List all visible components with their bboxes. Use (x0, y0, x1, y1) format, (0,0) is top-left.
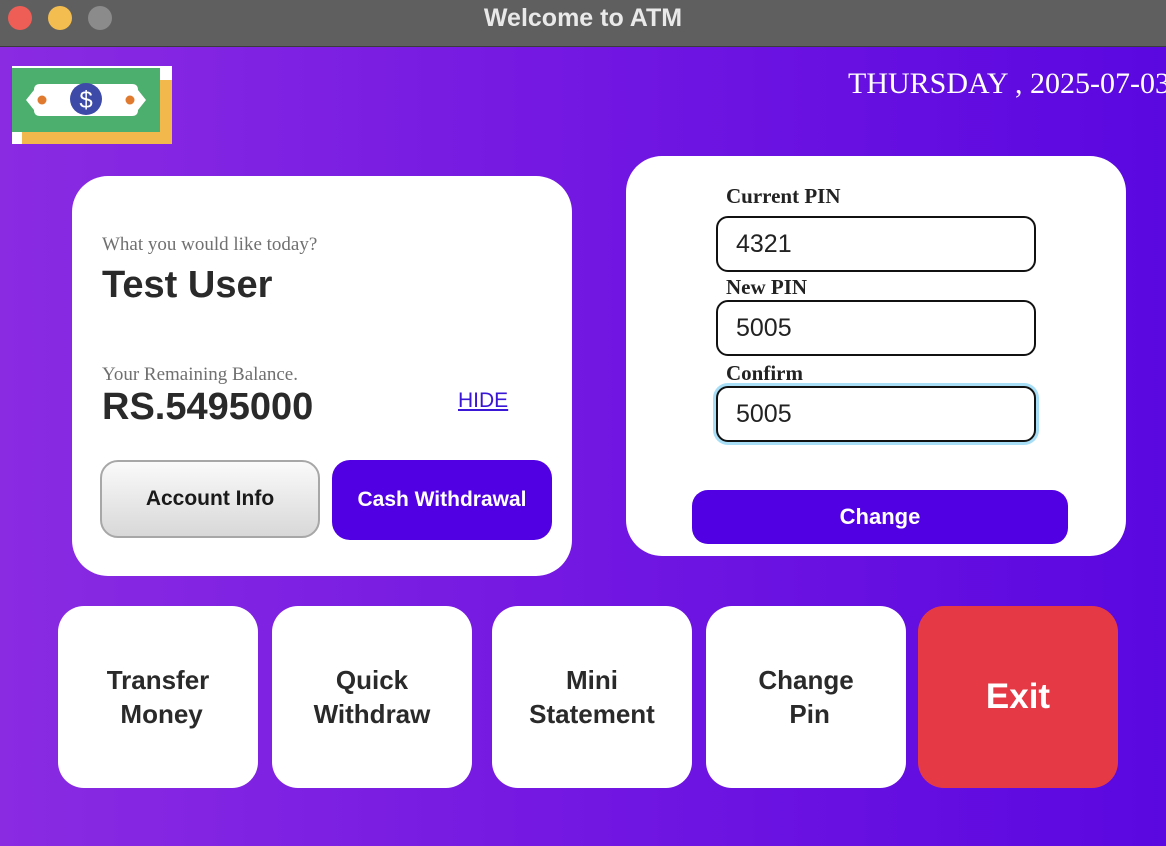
quick-withdraw-label: Quick Withdraw (313, 665, 431, 729)
account-info-button[interactable]: Account Info (100, 460, 320, 538)
current-pin-label: Current PIN (726, 184, 841, 208)
exit-button[interactable]: Exit (918, 606, 1118, 788)
svg-text:$: $ (79, 87, 92, 114)
new-pin-label: New PIN (726, 275, 808, 299)
hide-balance-link[interactable]: HIDE (458, 389, 508, 413)
change-pin-button-label: Change (839, 504, 921, 529)
change-pin-card: Current PIN 4321 New PIN 5005 Confirm 50… (626, 156, 1126, 556)
account-card: What you would like today? Test User You… (72, 176, 572, 576)
confirm-pin-label: Confirm (726, 361, 803, 385)
greeting-text: What you would like today? (102, 234, 318, 255)
main-content: $ THURSDAY , 2025-07-03 What you would l… (0, 47, 1166, 846)
account-info-label: Account Info (145, 487, 275, 510)
balance-label: Your Remaining Balance. (102, 364, 298, 385)
transfer-money-label: Transfer Money (106, 665, 210, 729)
change-pin-tile-button[interactable]: Change Pin (706, 606, 906, 788)
current-date: THURSDAY , 2025-07-03 (848, 67, 1166, 100)
current-pin-field[interactable]: 4321 (716, 216, 1036, 272)
mini-statement-label: Mini Statement (529, 665, 655, 729)
window-title: Welcome to ATM (483, 4, 683, 32)
cash-withdrawal-button[interactable]: Cash Withdrawal (332, 460, 552, 540)
money-bill-icon: $ (12, 66, 172, 144)
atm-window: Welcome to ATM $ THURSDAY , 2025-07-03 W… (0, 0, 1166, 846)
title-bar: Welcome to ATM (0, 0, 1166, 47)
new-pin-field[interactable]: 5005 (716, 300, 1036, 356)
transfer-money-button[interactable]: Transfer Money (58, 606, 258, 788)
change-pin-button[interactable]: Change (692, 490, 1068, 544)
user-name: Test User (102, 264, 273, 306)
confirm-pin-field[interactable]: 5005 (716, 386, 1036, 442)
mini-statement-button[interactable]: Mini Statement (492, 606, 692, 788)
change-pin-tile-label: Change Pin (758, 665, 854, 729)
cash-withdrawal-label: Cash Withdrawal (357, 488, 527, 511)
quick-withdraw-button[interactable]: Quick Withdraw (272, 606, 472, 788)
exit-label: Exit (985, 677, 1051, 716)
balance-amount: RS.5495000 (102, 386, 314, 428)
